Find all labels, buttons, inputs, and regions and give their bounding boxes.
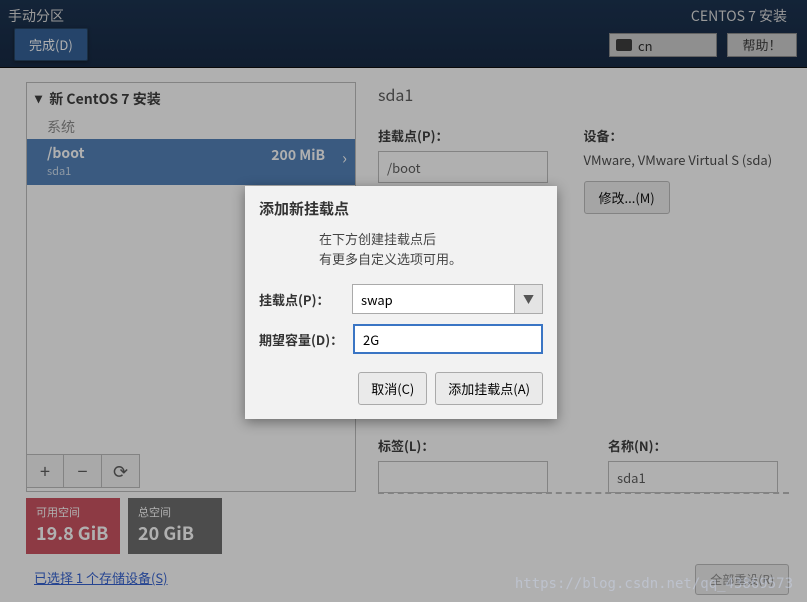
dialog-capacity-label: 期望容量(D)： bbox=[259, 330, 353, 349]
dialog-add-button[interactable]: 添加挂载点(A) bbox=[435, 372, 543, 405]
dialog-mount-input[interactable] bbox=[352, 284, 515, 314]
dialog-title: 添加新挂载点 bbox=[259, 198, 543, 219]
dialog-capacity-input[interactable] bbox=[353, 324, 543, 354]
dialog-description: 在下方创建挂载点后 有更多自定义选项可用。 bbox=[319, 229, 543, 268]
watermark: https://blog.csdn.net/qq_43869573 bbox=[515, 576, 793, 592]
add-mount-point-dialog: 添加新挂载点 在下方创建挂载点后 有更多自定义选项可用。 挂载点(P)： ▼ 期… bbox=[245, 186, 557, 419]
dropdown-icon[interactable]: ▼ bbox=[515, 284, 543, 314]
dialog-cancel-button[interactable]: 取消(C) bbox=[358, 372, 427, 405]
dialog-mount-label: 挂载点(P)： bbox=[259, 290, 352, 309]
dialog-mount-combo[interactable]: ▼ bbox=[352, 284, 543, 314]
